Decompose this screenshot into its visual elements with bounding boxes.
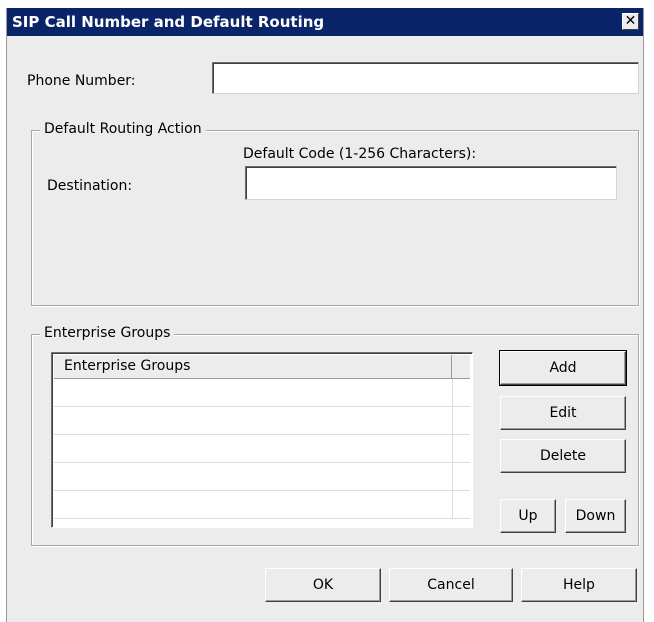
destination-label: Destination: [47,178,133,194]
column-header-enterprise-groups[interactable]: Enterprise Groups [54,355,452,378]
window-title: SIP Call Number and Default Routing [12,13,325,31]
down-button[interactable]: Down [565,499,626,533]
dialog-window: SIP Call Number and Default Routing ✕ Ph… [6,8,644,622]
enterprise-groups-group-title: Enterprise Groups [40,325,175,341]
ok-button[interactable]: OK [265,568,381,602]
title-bar[interactable]: SIP Call Number and Default Routing ✕ [7,8,643,36]
delete-button[interactable]: Delete [500,439,626,473]
up-button[interactable]: Up [500,499,556,533]
default-code-input[interactable] [245,166,617,200]
enterprise-groups-list[interactable]: Enterprise Groups [51,352,473,528]
list-item[interactable] [54,435,470,463]
list-item[interactable] [54,407,470,435]
default-code-label: Default Code (1-256 Characters): [243,146,477,162]
default-routing-group-title: Default Routing Action [40,121,206,137]
list-item[interactable] [54,463,470,491]
add-button[interactable]: Add [499,350,627,386]
list-item[interactable] [54,491,470,519]
list-header: Enterprise Groups [54,355,470,379]
close-icon[interactable]: ✕ [622,13,639,30]
phone-number-input[interactable] [212,62,639,94]
list-item[interactable] [54,379,470,407]
list-rows [54,379,470,519]
help-button[interactable]: Help [521,568,637,602]
phone-number-label: Phone Number: [27,73,136,89]
cancel-button[interactable]: Cancel [389,568,513,602]
edit-button[interactable]: Edit [500,396,626,430]
